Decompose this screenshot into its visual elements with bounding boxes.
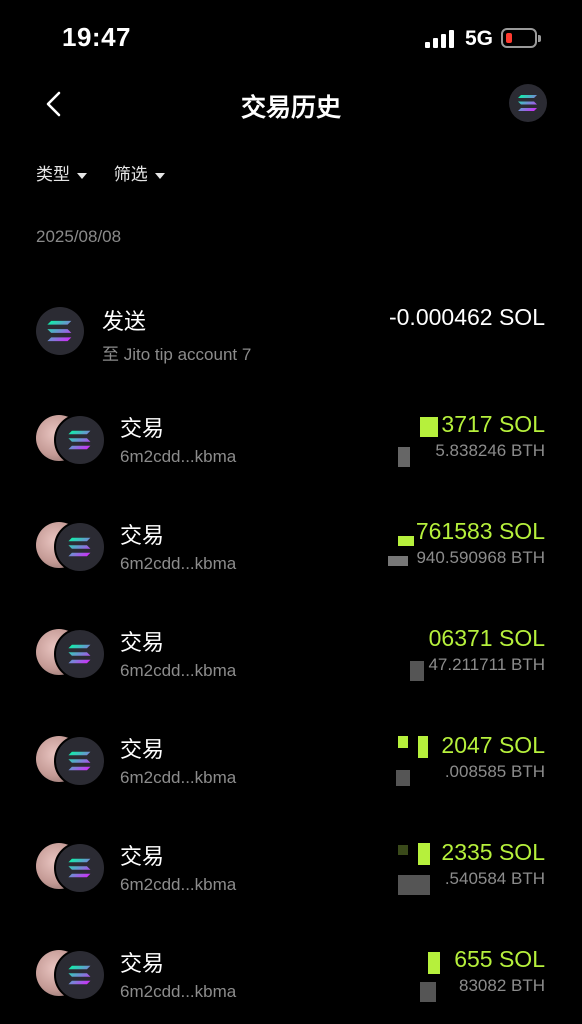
- solana-icon: [68, 751, 91, 771]
- page-title: 交易历史: [240, 94, 341, 122]
- token-switch-button[interactable]: [509, 84, 547, 122]
- filter-bar: 类型 筛选: [36, 160, 187, 184]
- status-bar: 19:47 5G: [0, 0, 582, 78]
- token-avatar: [54, 414, 106, 466]
- transaction-amount: 2335 SOL: [441, 839, 545, 865]
- solana-icon: [47, 320, 72, 342]
- solana-icon: [68, 430, 91, 450]
- redaction-block: [418, 736, 428, 758]
- transaction-title: 交易: [120, 523, 165, 548]
- redaction-block: [420, 982, 436, 1002]
- transaction-subtitle: 6m2cdd...kbma: [120, 661, 237, 680]
- date-header: 2025/08/08: [36, 227, 122, 246]
- filter-type-label: 类型: [36, 165, 70, 184]
- redaction-block: [398, 875, 430, 895]
- transaction-secondary-amount: 940.590968 BTH: [416, 548, 545, 567]
- transaction-title: 发送: [102, 309, 147, 334]
- redaction-block: [398, 536, 414, 546]
- solana-icon: [68, 537, 91, 557]
- filter-screen-label: 筛选: [113, 165, 148, 184]
- solana-icon: [518, 95, 537, 111]
- redaction-block: [420, 417, 438, 437]
- caret-down-icon: [154, 172, 165, 179]
- transaction-subtitle: 至 Jito tip account 7: [102, 345, 252, 364]
- redaction-block: [418, 843, 430, 865]
- transaction-amount: -0.000462 SOL: [388, 304, 545, 330]
- token-avatar: [54, 842, 106, 894]
- transaction-subtitle: 6m2cdd...kbma: [120, 447, 237, 466]
- transaction-amount: 761583 SOL: [415, 518, 545, 544]
- transaction-row[interactable]: 发送 至 Jito tip account 7 -0.000462 SOL: [0, 300, 582, 380]
- network-type: 5G: [465, 27, 494, 50]
- transaction-row[interactable]: 交易 6m2cdd...kbma 2047 SOL .008585 BTH: [0, 726, 582, 806]
- transaction-subtitle: 6m2cdd...kbma: [120, 768, 237, 787]
- redaction-block: [428, 952, 440, 974]
- transaction-amount: 2047 SOL: [441, 732, 545, 758]
- transaction-title: 交易: [120, 951, 165, 976]
- transaction-amount: 655 SOL: [454, 946, 545, 972]
- nav-bar: 交易历史: [0, 78, 582, 130]
- transaction-secondary-amount: .008585 BTH: [444, 762, 545, 781]
- transaction-secondary-amount: 47.211711 BTH: [428, 655, 545, 674]
- token-avatar: [36, 307, 84, 355]
- redaction-block: [388, 556, 408, 566]
- transaction-secondary-amount: 5.838246 BTH: [435, 441, 545, 460]
- solana-icon: [68, 858, 91, 878]
- redaction-block: [410, 661, 424, 681]
- transaction-title: 交易: [120, 416, 165, 441]
- transaction-subtitle: 6m2cdd...kbma: [120, 982, 237, 1001]
- transaction-title: 交易: [120, 630, 165, 655]
- token-avatar: [54, 628, 106, 680]
- redaction-block: [396, 770, 410, 786]
- transaction-row[interactable]: 交易 6m2cdd...kbma 3717 SOL 5.838246 BTH: [0, 405, 582, 485]
- redaction-block: [398, 845, 408, 855]
- redaction-block: [398, 736, 408, 748]
- redaction-block: [398, 447, 410, 467]
- token-avatar: [54, 949, 106, 1001]
- transaction-subtitle: 6m2cdd...kbma: [120, 875, 237, 894]
- transaction-row[interactable]: 交易 6m2cdd...kbma 2335 SOL .540584 BTH: [0, 833, 582, 913]
- transaction-amount: 06371 SOL: [428, 625, 545, 651]
- transaction-row[interactable]: 交易 6m2cdd...kbma 06371 SOL 47.211711 BTH: [0, 619, 582, 699]
- token-avatar: [54, 521, 106, 573]
- status-time: 19:47: [62, 22, 131, 52]
- solana-icon: [68, 965, 91, 985]
- filter-screen[interactable]: 筛选: [114, 160, 165, 185]
- signal-icon: [425, 30, 457, 48]
- transaction-subtitle: 6m2cdd...kbma: [120, 554, 237, 573]
- transaction-row[interactable]: 交易 6m2cdd...kbma 761583 SOL 940.590968 B…: [0, 512, 582, 592]
- transaction-amount: 3717 SOL: [441, 411, 545, 437]
- transaction-secondary-amount: 83082 BTH: [459, 976, 545, 995]
- solana-icon: [68, 644, 91, 664]
- transaction-secondary-amount: .540584 BTH: [444, 869, 545, 888]
- caret-down-icon: [77, 172, 87, 179]
- filter-type[interactable]: 类型: [36, 160, 87, 185]
- token-avatar: [54, 735, 106, 787]
- transaction-title: 交易: [120, 737, 165, 762]
- transaction-row[interactable]: 交易 6m2cdd...kbma 655 SOL 83082 BTH: [0, 940, 582, 1020]
- transaction-title: 交易: [120, 844, 165, 869]
- battery-icon: [501, 28, 541, 48]
